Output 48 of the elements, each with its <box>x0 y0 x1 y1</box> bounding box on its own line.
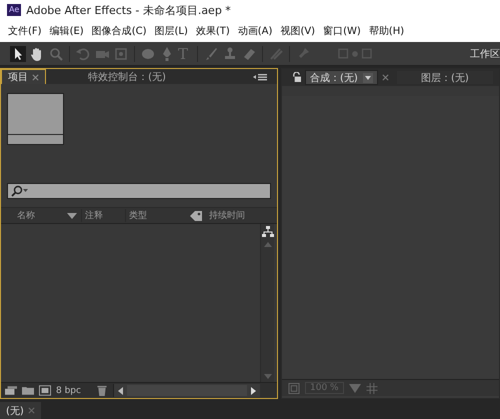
folder-icon[interactable] <box>22 385 34 396</box>
grid-icon[interactable] <box>366 382 378 394</box>
menu-item[interactable]: 帮助(H) <box>364 24 408 38</box>
vertical-scrollbar[interactable] <box>260 224 274 382</box>
column-header[interactable]: 注释 <box>81 209 125 222</box>
menu-item[interactable]: 编辑(E) <box>46 24 88 38</box>
panel-tab[interactable]: 图层：(无) <box>396 71 493 84</box>
scroll-down-icon[interactable] <box>264 374 272 379</box>
close-icon[interactable] <box>28 407 35 414</box>
scroll-up-icon[interactable] <box>264 242 272 247</box>
unlock-icon[interactable] <box>292 72 301 83</box>
scroll-left-icon[interactable] <box>118 386 123 394</box>
column-header[interactable]: 类型 <box>125 209 189 222</box>
timeline-tab[interactable]: (无) <box>0 402 41 419</box>
dropdown-icon[interactable] <box>362 72 373 82</box>
column-header[interactable]: 名称 <box>17 209 67 222</box>
flowchart-icon[interactable] <box>262 226 274 238</box>
sort-arrow-icon[interactable] <box>67 212 77 218</box>
menu-item[interactable]: 文件(F) <box>4 24 46 38</box>
panel-tab[interactable]: 合成：(无) <box>305 70 378 85</box>
stamp-tool-icon[interactable] <box>222 46 238 62</box>
menu-item[interactable]: 图层(L) <box>150 24 192 38</box>
composition-icon[interactable] <box>39 385 51 396</box>
panel-menu-icon[interactable] <box>253 73 267 81</box>
rotate-tool-icon[interactable] <box>75 46 91 62</box>
selection-tool-icon[interactable] <box>10 46 26 62</box>
safe-area-icon[interactable] <box>288 382 300 394</box>
window-title: Adobe After Effects - 未命名项目.aep * <box>26 2 231 18</box>
search-field[interactable] <box>7 183 271 199</box>
app-logo: Ae <box>7 4 22 16</box>
column-header[interactable]: 持续时间 <box>207 209 245 222</box>
label-tag-icon[interactable] <box>189 210 203 222</box>
menu-item[interactable]: 图像合成(C) <box>88 24 150 38</box>
workspace-label[interactable]: 工作区 <box>470 46 500 60</box>
menu-item[interactable]: 效果(T) <box>192 24 234 38</box>
menu-item[interactable]: 动画(A) <box>234 24 276 38</box>
panel-tab[interactable]: 项目 <box>1 69 46 84</box>
thumbnail-preview <box>7 93 64 145</box>
trash-icon[interactable] <box>96 385 108 396</box>
close-icon[interactable] <box>382 74 389 81</box>
search-icon <box>11 185 29 197</box>
horizontal-scrollbar[interactable] <box>112 384 260 397</box>
bit-depth-label[interactable]: 8 bpc <box>56 386 81 396</box>
brush-tool-icon[interactable] <box>203 46 219 62</box>
scroll-right-icon[interactable] <box>251 386 256 394</box>
menu-item[interactable]: 窗口(W) <box>319 24 365 38</box>
menu-item[interactable]: 视图(V) <box>276 24 320 38</box>
close-icon[interactable] <box>32 74 39 80</box>
